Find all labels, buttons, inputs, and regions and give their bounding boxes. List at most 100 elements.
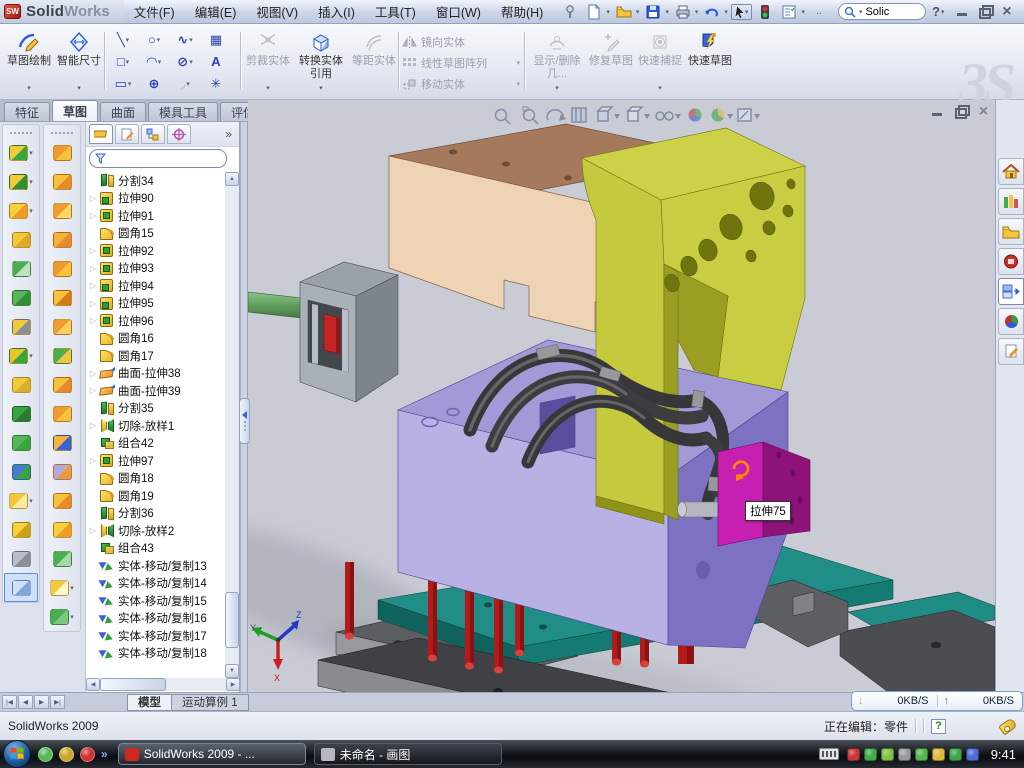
ltb1-button-2[interactable]: ▾: [4, 167, 38, 196]
search-input[interactable]: [865, 6, 913, 18]
tab-特征[interactable]: 特征: [4, 102, 50, 121]
ltb1-button-10[interactable]: [4, 399, 38, 428]
tree-item-分割36[interactable]: 分割36: [87, 505, 223, 523]
guide-pin-stub[interactable]: [678, 502, 719, 517]
heads-up-view-toolbar[interactable]: [496, 107, 761, 124]
ltb1-button-7[interactable]: [4, 312, 38, 341]
pin-icon[interactable]: [559, 2, 581, 21]
view-palette-tab[interactable]: [998, 278, 1024, 305]
tray-icon-6[interactable]: [932, 748, 945, 761]
tab-草图[interactable]: 草图: [52, 100, 98, 121]
featuremanager-tab[interactable]: [89, 124, 113, 144]
taskbar-window-SolidWorks 2009 - ...[interactable]: SolidWorks 2009 - ...: [118, 743, 306, 765]
ltb1-button-9[interactable]: [4, 370, 38, 399]
tree-scroll-thumb[interactable]: [225, 592, 239, 648]
file-explorer-tab[interactable]: [998, 218, 1024, 245]
menu-插入(I)[interactable]: 插入(I): [308, 0, 365, 23]
toolbox-tab[interactable]: [998, 248, 1024, 275]
tree-item-曲面-拉伸39[interactable]: ▷曲面-拉伸39: [87, 382, 223, 400]
doc-close-button[interactable]: ×: [976, 105, 991, 118]
tree-item-实体-移动/复制18[interactable]: 实体-移动/复制18: [87, 645, 223, 663]
sketch-slot-button[interactable]: ▭▾: [108, 73, 138, 94]
model-tab-nav-◀[interactable]: ◀: [18, 695, 33, 709]
menu-窗口(W)[interactable]: 窗口(W): [426, 0, 491, 23]
ltb1-button-6[interactable]: [4, 283, 38, 312]
save-icon[interactable]: [642, 2, 664, 21]
tree-scroll-up[interactable]: ▲: [225, 172, 239, 186]
expand-arrow[interactable]: ▷: [89, 526, 97, 535]
propertymanager-tab[interactable]: [115, 124, 139, 144]
tree-item-组合42[interactable]: 组合42: [87, 435, 223, 453]
doc-minimize-button[interactable]: [930, 105, 945, 118]
dimxpertmanager-tab[interactable]: [167, 124, 191, 144]
tree-item-圆角15[interactable]: 圆角15: [87, 225, 223, 243]
ltb2-button-17[interactable]: ▾: [45, 602, 79, 631]
sketch-circle-button[interactable]: ○▾: [139, 29, 169, 50]
tray-icon-2[interactable]: [864, 748, 877, 761]
tree-item-圆角18[interactable]: 圆角18: [87, 470, 223, 488]
restore-button[interactable]: [977, 5, 992, 18]
ltb1-button-4[interactable]: [4, 225, 38, 254]
expand-arrow[interactable]: ▷: [89, 211, 97, 220]
tag-icon[interactable]: [998, 717, 1017, 735]
print-icon[interactable]: [672, 2, 694, 21]
tree-item-切除-放样1[interactable]: ▷切除-放样1: [87, 417, 223, 435]
menu-视图(V)[interactable]: 视图(V): [246, 0, 308, 23]
tray-icon-7[interactable]: [949, 748, 962, 761]
tree-item-曲面-拉伸38[interactable]: ▷曲面-拉伸38: [87, 365, 223, 383]
print-dropdown[interactable]: ▾: [695, 8, 699, 16]
sketch-spline-button[interactable]: ∿▾: [170, 29, 200, 50]
new-dropdown[interactable]: ▾: [606, 8, 610, 16]
toolbar-grip[interactable]: [51, 132, 73, 135]
model-tab-模型[interactable]: 模型: [127, 694, 172, 711]
expand-arrow[interactable]: ▷: [89, 264, 97, 273]
ltb2-button-2[interactable]: [45, 167, 79, 196]
tray-icon-3[interactable]: [881, 748, 894, 761]
magenta-insert[interactable]: [718, 442, 810, 546]
expand-arrow[interactable]: ▷: [89, 246, 97, 255]
tree-item-拉伸92[interactable]: ▷拉伸92: [87, 242, 223, 260]
undo-dropdown[interactable]: ▾: [724, 8, 728, 16]
design-library-tab[interactable]: [998, 188, 1024, 215]
mirror-entities-button[interactable]: 镜向实体: [402, 32, 520, 52]
ltb1-button-1[interactable]: ▾: [4, 138, 38, 167]
ltb1-button-11[interactable]: [4, 428, 38, 457]
tab-模具工具[interactable]: 模具工具: [148, 102, 218, 121]
overflow-icon[interactable]: ..: [808, 2, 830, 21]
select-tool-button[interactable]: ▾: [731, 4, 753, 20]
sketch-select-box-button[interactable]: ▦: [201, 29, 231, 50]
quick-launch-icon-2[interactable]: [59, 747, 74, 762]
tree-item-拉伸95[interactable]: ▷拉伸95: [87, 295, 223, 313]
quick-launch-icon-1[interactable]: [38, 747, 53, 762]
quick-tips-icon[interactable]: ?: [931, 719, 946, 734]
ltb2-button-15[interactable]: [45, 544, 79, 573]
model-tab-nav-▶|[interactable]: ▶|: [50, 695, 65, 709]
smart-dimension-button[interactable]: 智能尺寸▾: [56, 27, 102, 97]
options-dropdown[interactable]: ▾: [801, 8, 805, 16]
menu-文件(F)[interactable]: 文件(F): [124, 0, 185, 23]
tree-item-实体-移动/复制14[interactable]: 实体-移动/复制14: [87, 575, 223, 593]
appearances-tab[interactable]: [998, 308, 1024, 335]
options-icon[interactable]: [778, 2, 800, 21]
ltb2-button-6[interactable]: [45, 283, 79, 312]
tree-filter-box[interactable]: [89, 149, 227, 168]
tree-item-实体-移动/复制15[interactable]: 实体-移动/复制15: [87, 592, 223, 610]
expand-arrow[interactable]: ▷: [89, 316, 97, 325]
tree-item-拉伸97[interactable]: ▷拉伸97: [87, 452, 223, 470]
menu-工具(T)[interactable]: 工具(T): [365, 0, 426, 23]
quick-snaps-button[interactable]: 快速捕捉▾: [638, 27, 682, 97]
ltb2-button-14[interactable]: [45, 515, 79, 544]
keyboard-tray-icon[interactable]: [819, 748, 839, 760]
tree-scroll-right[interactable]: ▶: [226, 678, 240, 691]
save-dropdown[interactable]: ▾: [665, 8, 669, 16]
ltb1-button-15[interactable]: [4, 544, 38, 573]
convert-entities-button[interactable]: 转换实体引用▾: [294, 27, 348, 97]
tree-item-圆角17[interactable]: 圆角17: [87, 347, 223, 365]
tree-item-拉伸91[interactable]: ▷拉伸91: [87, 207, 223, 225]
ltb2-button-16[interactable]: ▾: [45, 573, 79, 602]
quick-launch-chevron[interactable]: »: [101, 747, 108, 761]
tray-icon-1[interactable]: [847, 748, 860, 761]
tree-item-组合43[interactable]: 组合43: [87, 540, 223, 558]
sketch-sketch-fillet-button[interactable]: ◞▾: [170, 73, 200, 94]
rapid-sketch-button[interactable]: 快速草图: [686, 27, 734, 97]
